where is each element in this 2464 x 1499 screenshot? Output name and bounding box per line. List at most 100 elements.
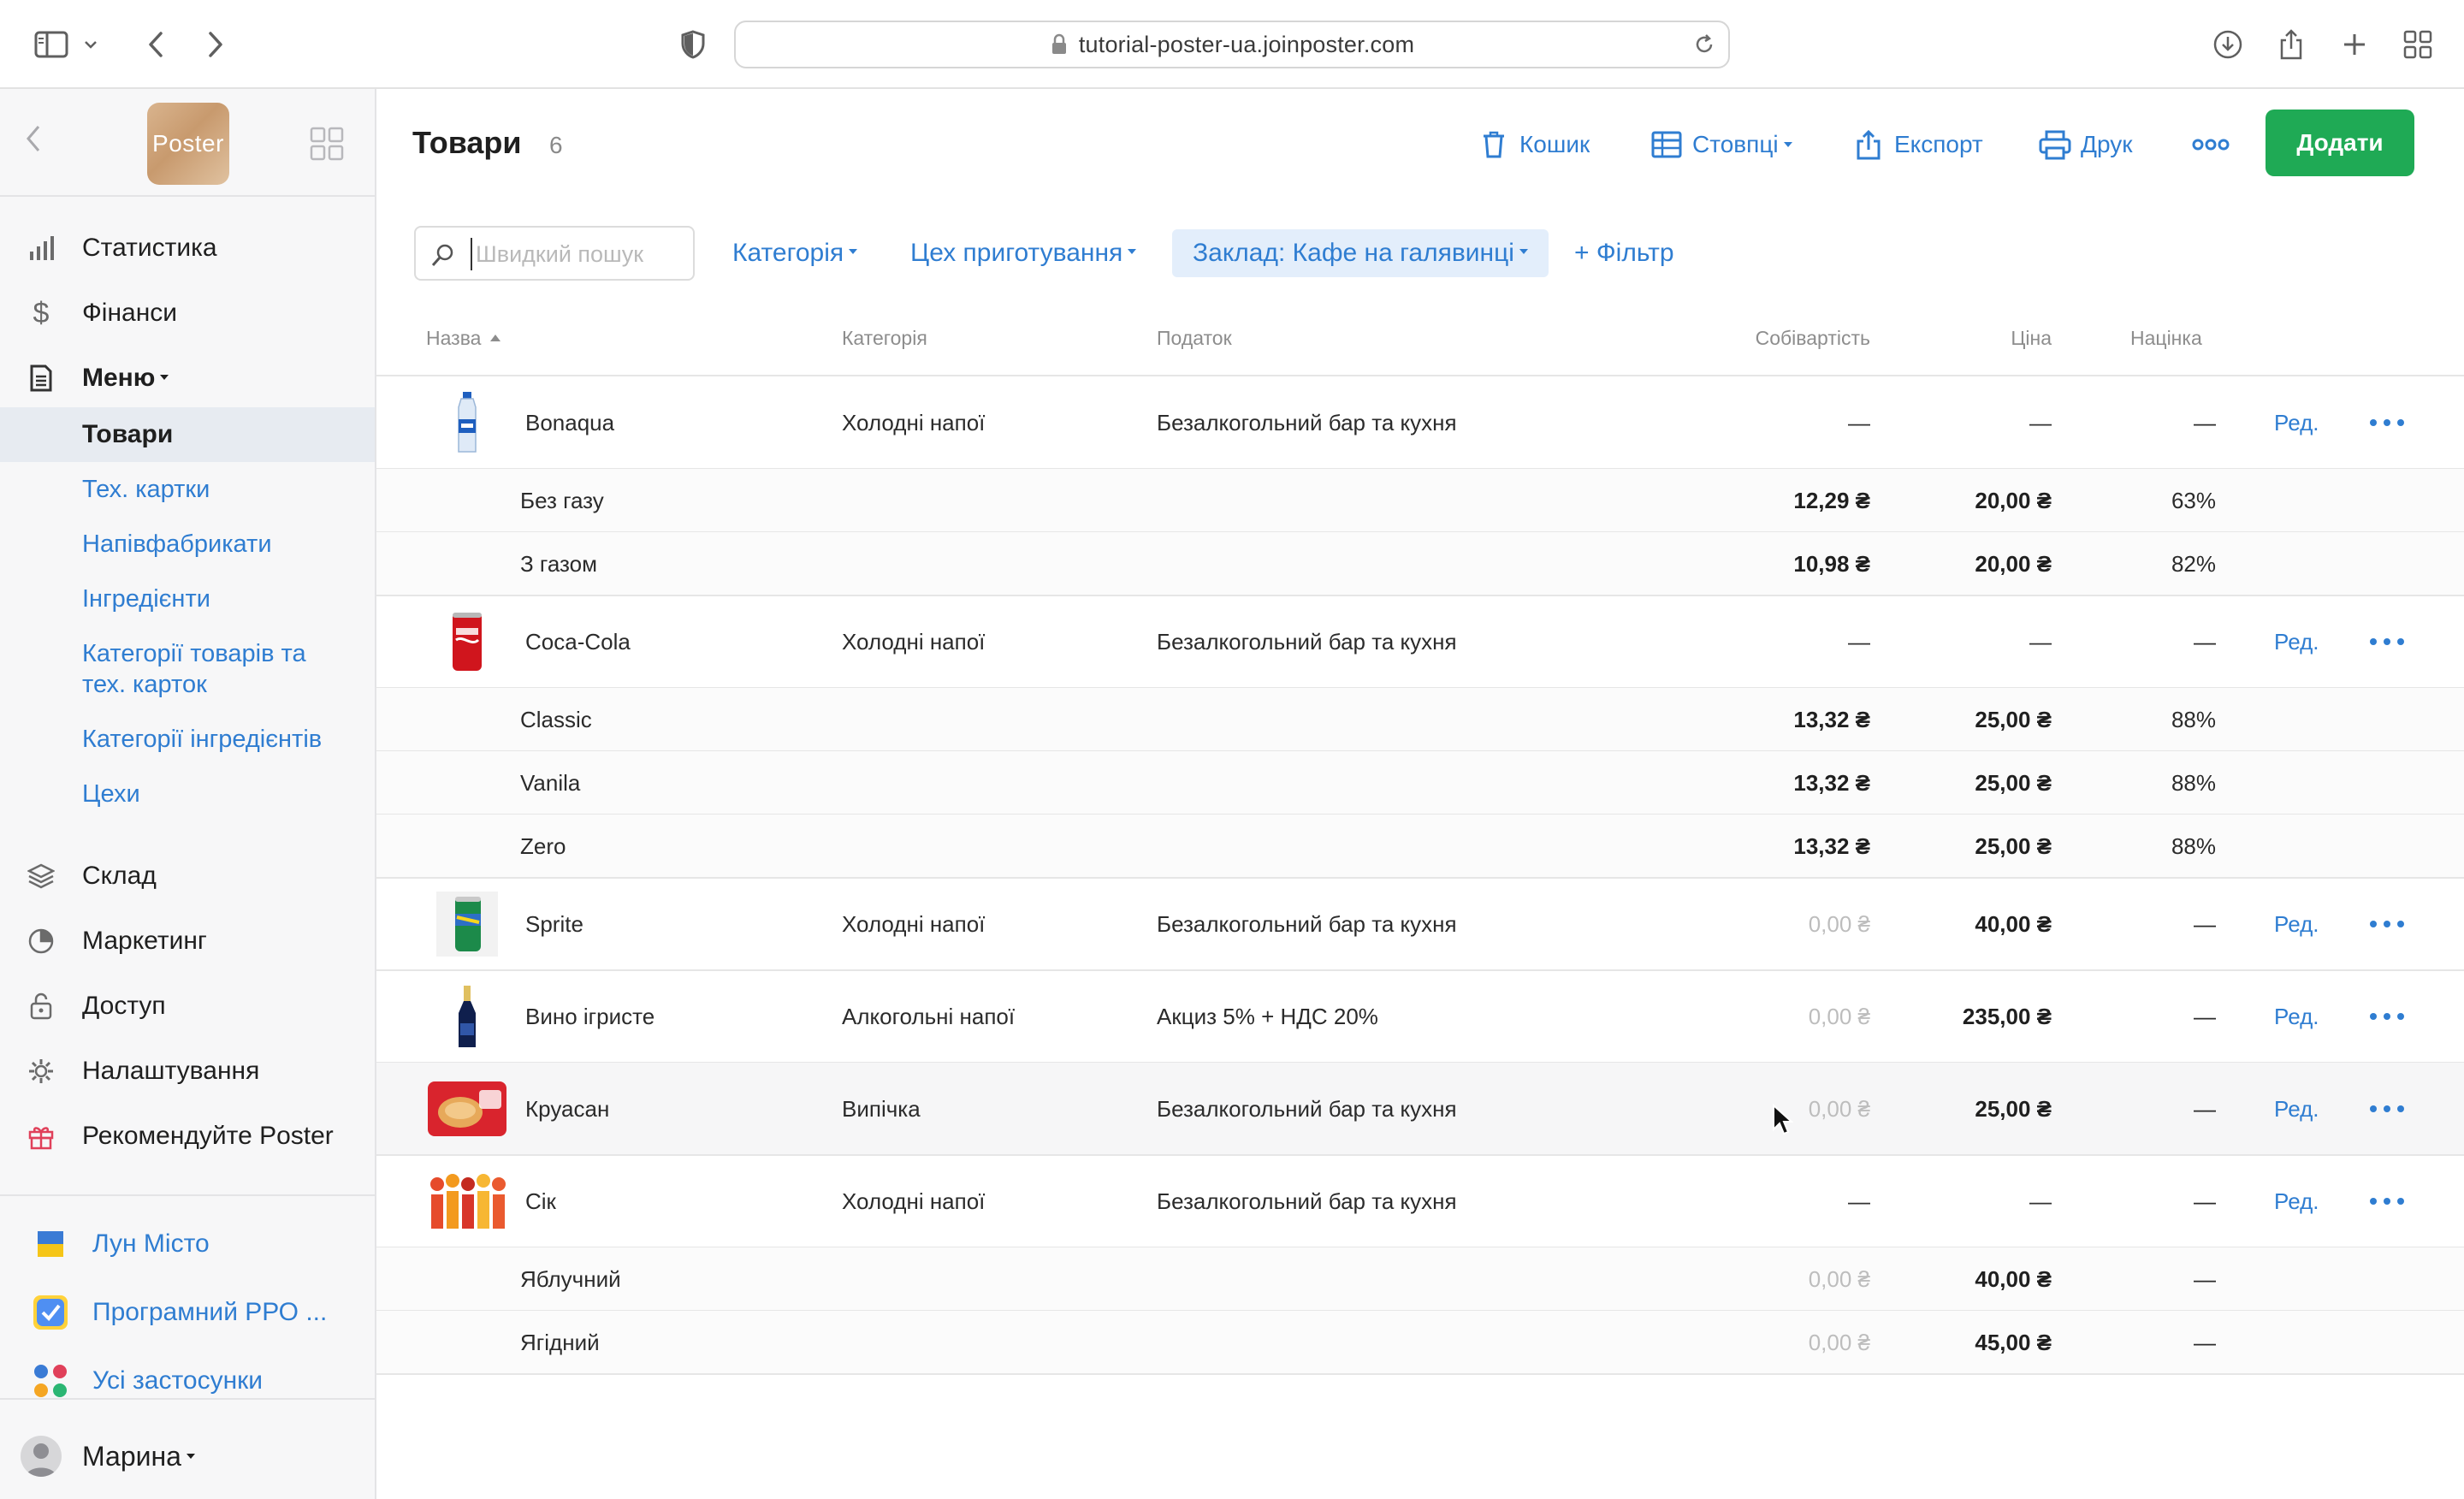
product-name[interactable]: Sprite	[525, 911, 583, 938]
row-more-icon[interactable]	[2370, 633, 2404, 650]
new-tab-plus-icon[interactable]	[2334, 24, 2375, 65]
checkbox-app-icon	[31, 1293, 70, 1332]
export-button[interactable]: Експорт	[1851, 125, 1983, 164]
nav-recommend[interactable]: Рекомендуйте Poster	[0, 1111, 375, 1162]
more-options-button[interactable]	[2192, 125, 2238, 164]
sub-item-semi-finished[interactable]: Напівфабрикати	[82, 529, 272, 560]
user-name: Марина	[82, 1441, 195, 1472]
sort-asc-icon	[489, 334, 500, 341]
table-variant-row[interactable]: Vanila 13,32 ₴ 25,00 ₴ 88%	[376, 751, 2464, 815]
product-name[interactable]: Вино ігристе	[525, 1004, 654, 1030]
edit-link[interactable]: Ред.	[2274, 1188, 2319, 1215]
table-variant-row[interactable]: Ягідний 0,00 ₴ 45,00 ₴ —	[376, 1311, 2464, 1374]
price-value: —	[2029, 629, 2052, 655]
edit-link[interactable]: Ред.	[2274, 1004, 2319, 1030]
table-row[interactable]: Вино ігристе Алкогольні напої Акциз 5% + Н…	[376, 970, 2464, 1063]
table-row[interactable]: Сік Холодні напої Безалкогольний бар та ку…	[376, 1155, 2464, 1247]
nav-finance[interactable]: $ Фінанси	[0, 287, 375, 339]
table-variant-row[interactable]: Zero 13,32 ₴ 25,00 ₴ 88%	[376, 815, 2464, 878]
venue-filter-chip[interactable]: Заклад: Кафе на галявинці	[1172, 229, 1549, 277]
apps-grid-icon[interactable]	[310, 127, 344, 161]
row-more-icon[interactable]	[2370, 1008, 2404, 1025]
poster-logo[interactable]: Poster	[147, 103, 229, 185]
edit-link[interactable]: Ред.	[2274, 911, 2319, 938]
share-icon[interactable]	[2271, 24, 2312, 65]
app-program-rro[interactable]: Програмний РРО ...	[0, 1289, 375, 1336]
cost-value: —	[1848, 410, 1870, 435]
cost-value: 13,32 ₴	[1793, 770, 1870, 796]
quick-search[interactable]	[414, 226, 695, 281]
row-more-icon[interactable]	[2370, 1193, 2404, 1210]
sub-item-tech-cards[interactable]: Тех. картки	[82, 474, 210, 505]
tab-overview-icon[interactable]	[2397, 24, 2438, 65]
nav-marketing[interactable]: Маркетинг	[0, 915, 375, 967]
column-header-markup[interactable]: Націнка	[2130, 327, 2202, 350]
table-variant-row[interactable]: Яблучний 0,00 ₴ 40,00 ₴ —	[376, 1247, 2464, 1311]
forward-arrow-icon[interactable]	[195, 24, 236, 65]
add-filter-button[interactable]: + Фільтр	[1574, 233, 1674, 274]
table-row[interactable]: Круасан Випічка Безалкогольний бар та кухн…	[376, 1063, 2464, 1155]
address-bar[interactable]: tutorial-poster-ua.joinposter.com	[734, 21, 1730, 68]
table-variant-row[interactable]: Classic 13,32 ₴ 25,00 ₴ 88%	[376, 688, 2464, 751]
table-variant-row[interactable]: Без газу 12,29 ₴ 20,00 ₴ 63%	[376, 469, 2464, 532]
table-row[interactable]: Bonaqua Холодні напої Безалкогольний бар т…	[376, 376, 2464, 469]
sidebar-toggle-icon[interactable]	[31, 24, 72, 65]
nav-statistics[interactable]: Статистика	[0, 222, 375, 274]
back-arrow-icon[interactable]	[135, 24, 176, 65]
columns-label-text: Стовпці	[1692, 131, 1779, 157]
table-row[interactable]: Coca-Cola Холодні напої Безалкогольний бар…	[376, 595, 2464, 688]
caret-down-icon	[186, 1454, 195, 1460]
add-button[interactable]: Додати	[2266, 110, 2414, 176]
edit-link[interactable]: Ред.	[2274, 1096, 2319, 1123]
column-header-price[interactable]: Ціна	[1916, 327, 2052, 350]
product-name[interactable]: Сік	[525, 1188, 556, 1215]
markup-value: —	[2194, 1266, 2216, 1292]
table-variant-row[interactable]: З газом 10,98 ₴ 20,00 ₴ 82%	[376, 532, 2464, 595]
edit-link[interactable]: Ред.	[2274, 410, 2319, 436]
edit-link[interactable]: Ред.	[2274, 629, 2319, 655]
nav-settings[interactable]: Налаштування	[0, 1046, 375, 1097]
chevron-down-icon[interactable]	[79, 24, 103, 65]
product-name[interactable]: Coca-Cola	[525, 629, 631, 655]
workshop-filter[interactable]: Цех приготування	[910, 233, 1137, 274]
product-name[interactable]: Круасан	[525, 1096, 609, 1123]
nav-warehouse[interactable]: Склад	[0, 850, 375, 902]
cost-value: 13,32 ₴	[1793, 833, 1870, 859]
sub-item-products[interactable]: Товари	[82, 407, 173, 462]
ukraine-flag-icon	[31, 1224, 70, 1264]
nav-menu[interactable]: Меню	[0, 353, 375, 404]
download-icon[interactable]	[2207, 24, 2248, 65]
variant-name: З газом	[520, 551, 597, 577]
product-category: Алкогольні напої	[842, 1004, 1016, 1029]
sub-item-label-line2: тех. карток	[82, 671, 207, 698]
sub-item-ingredient-categories[interactable]: Категорії інгредієнтів	[82, 724, 322, 755]
app-lun-misto[interactable]: Лун Місто	[0, 1220, 375, 1268]
column-header-cost[interactable]: Собівартість	[1694, 327, 1870, 350]
product-tax: Безалкогольний бар та кухня	[1157, 410, 1457, 435]
sub-item-product-categories[interactable]: Категорії товарів та тех. карток	[82, 638, 306, 700]
column-header-name[interactable]: Назва	[426, 327, 500, 350]
price-value: 20,00 ₴	[1975, 488, 2052, 513]
columns-button[interactable]: Стовпці	[1650, 125, 1792, 164]
search-input[interactable]	[471, 238, 684, 270]
user-menu[interactable]: Марина	[0, 1429, 375, 1484]
product-name[interactable]: Bonaqua	[525, 410, 614, 436]
nav-access[interactable]: Доступ	[0, 981, 375, 1032]
cost-value: 10,98 ₴	[1793, 551, 1870, 577]
category-filter[interactable]: Категорія	[732, 233, 858, 274]
column-header-tax[interactable]: Податок	[1157, 327, 1232, 350]
row-more-icon[interactable]	[2370, 1100, 2404, 1117]
sidebar-header: Poster	[0, 89, 375, 197]
reload-icon[interactable]	[1692, 33, 1716, 56]
privacy-shield-icon[interactable]	[672, 24, 714, 65]
sub-item-workshops[interactable]: Цехи	[82, 779, 140, 809]
sub-item-ingredients[interactable]: Інгредієнти	[82, 584, 210, 614]
trash-button[interactable]: Кошик	[1477, 125, 1590, 164]
collapse-sidebar-icon[interactable]	[24, 123, 43, 154]
print-button[interactable]: Друк	[2038, 125, 2132, 164]
variant-name: Без газу	[520, 488, 604, 513]
row-more-icon[interactable]	[2370, 915, 2404, 933]
row-more-icon[interactable]	[2370, 414, 2404, 431]
table-row[interactable]: Sprite Холодні напої Безалкогольний бар та…	[376, 878, 2464, 970]
column-header-category[interactable]: Категорія	[842, 327, 927, 350]
